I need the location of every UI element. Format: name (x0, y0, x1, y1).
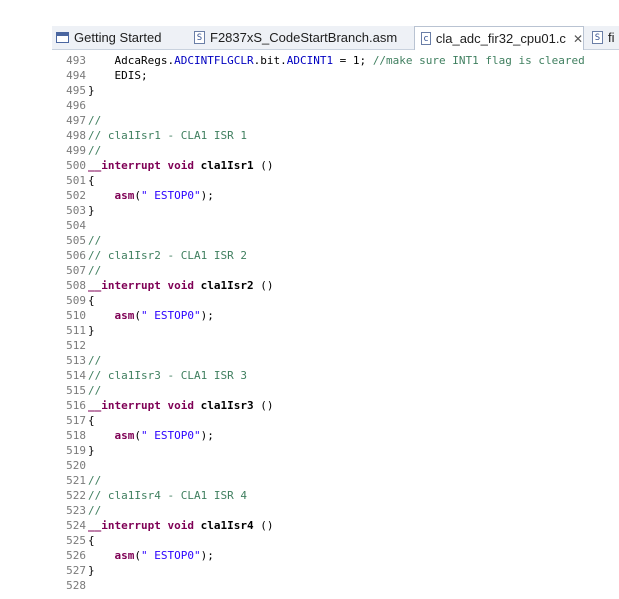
code-line: 513 // (52, 353, 101, 368)
code-line: 512 (52, 338, 86, 353)
tab-getting-started[interactable]: Getting Started (56, 26, 184, 49)
line-number: 502 (66, 189, 86, 202)
tab-label: F2837xS_CodeStartBranch.asm (210, 30, 398, 45)
tab-label: fi (608, 30, 615, 45)
code-line: 499 // (52, 143, 101, 158)
code-line: 511 } (52, 323, 95, 338)
line-number: 512 (66, 339, 86, 352)
line-number: 522 (66, 489, 86, 502)
line-number: 524 (66, 519, 86, 532)
code-line: 509 { (52, 293, 95, 308)
line-number: 504 (66, 219, 86, 232)
code-line: 506 // cla1Isr2 - CLA1 ISR 2 (52, 248, 247, 263)
code-line: 510 asm(" ESTOP0"); (52, 308, 214, 323)
code-line: 525 { (52, 533, 95, 548)
tab-cla-adc-fir32-cpu01[interactable]: c cla_adc_fir32_cpu01.c ✕ (414, 26, 584, 50)
line-number: 496 (66, 99, 86, 112)
code-line: 527 } (52, 563, 95, 578)
line-number: 516 (66, 399, 86, 412)
tab-overflow-file[interactable]: S fi (592, 26, 619, 49)
code-line: 508 __interrupt void cla1Isr2 () (52, 278, 273, 293)
line-number: 503 (66, 204, 86, 217)
line-number: 511 (66, 324, 86, 337)
code-line: 498 // cla1Isr1 - CLA1 ISR 1 (52, 128, 247, 143)
tab-codestartbranch-asm[interactable]: S F2837xS_CodeStartBranch.asm (194, 26, 404, 49)
code-line: 520 (52, 458, 86, 473)
line-number: 519 (66, 444, 86, 457)
code-line: 504 (52, 218, 86, 233)
c-file-icon: c (421, 32, 431, 45)
line-number: 526 (66, 549, 86, 562)
line-number: 506 (66, 249, 86, 262)
close-icon[interactable]: ✕ (573, 32, 583, 46)
code-editor[interactable]: 493 AdcaRegs.ADCINTFLGCLR.bit.ADCINT1 = … (52, 50, 619, 599)
line-number: 514 (66, 369, 86, 382)
line-number: 499 (66, 144, 86, 157)
code-line: 497 // (52, 113, 101, 128)
asm-file-icon: S (592, 31, 603, 44)
line-number: 515 (66, 384, 86, 397)
line-number: 509 (66, 294, 86, 307)
code-line: 521 // (52, 473, 101, 488)
line-number: 495 (66, 84, 86, 97)
line-number: 497 (66, 114, 86, 127)
code-line: 518 asm(" ESTOP0"); (52, 428, 214, 443)
code-line: 503 } (52, 203, 95, 218)
code-line: 500 __interrupt void cla1Isr1 () (52, 158, 273, 173)
tab-label: Getting Started (74, 30, 162, 45)
line-number: 500 (66, 159, 86, 172)
code-line: 502 asm(" ESTOP0"); (52, 188, 214, 203)
code-line: 517 { (52, 413, 95, 428)
code-line: 516 __interrupt void cla1Isr3 () (52, 398, 273, 413)
code-line: 507 // (52, 263, 101, 278)
line-number: 520 (66, 459, 86, 472)
code-line: 528 (52, 578, 86, 593)
code-line: 519 } (52, 443, 95, 458)
code-line: 505 // (52, 233, 101, 248)
line-number: 510 (66, 309, 86, 322)
code-line: 495 } (52, 83, 95, 98)
page-icon (56, 32, 69, 43)
line-number: 528 (66, 579, 86, 592)
line-number: 501 (66, 174, 86, 187)
code-line: 496 (52, 98, 86, 113)
line-number: 494 (66, 69, 86, 82)
editor-tab-bar: Getting Started S F2837xS_CodeStartBranc… (52, 26, 619, 50)
line-number: 508 (66, 279, 86, 292)
asm-file-icon: S (194, 31, 205, 44)
code-line: 515 // (52, 383, 101, 398)
line-number: 521 (66, 474, 86, 487)
line-number: 505 (66, 234, 86, 247)
line-number: 527 (66, 564, 86, 577)
line-number: 513 (66, 354, 86, 367)
code-line: 526 asm(" ESTOP0"); (52, 548, 214, 563)
code-line: 493 AdcaRegs.ADCINTFLGCLR.bit.ADCINT1 = … (52, 53, 585, 68)
line-number: 518 (66, 429, 86, 442)
code-line: 514 // cla1Isr3 - CLA1 ISR 3 (52, 368, 247, 383)
line-number: 498 (66, 129, 86, 142)
tab-label: cla_adc_fir32_cpu01.c (435, 31, 566, 46)
code-line: 501 { (52, 173, 95, 188)
line-number: 523 (66, 504, 86, 517)
code-line: 522 // cla1Isr4 - CLA1 ISR 4 (52, 488, 247, 503)
line-number: 493 (66, 54, 86, 67)
line-number: 517 (66, 414, 86, 427)
code-line: 524 __interrupt void cla1Isr4 () (52, 518, 273, 533)
code-line: 523 // (52, 503, 101, 518)
line-number: 507 (66, 264, 86, 277)
line-number: 525 (66, 534, 86, 547)
code-line: 494 EDIS; (52, 68, 147, 83)
